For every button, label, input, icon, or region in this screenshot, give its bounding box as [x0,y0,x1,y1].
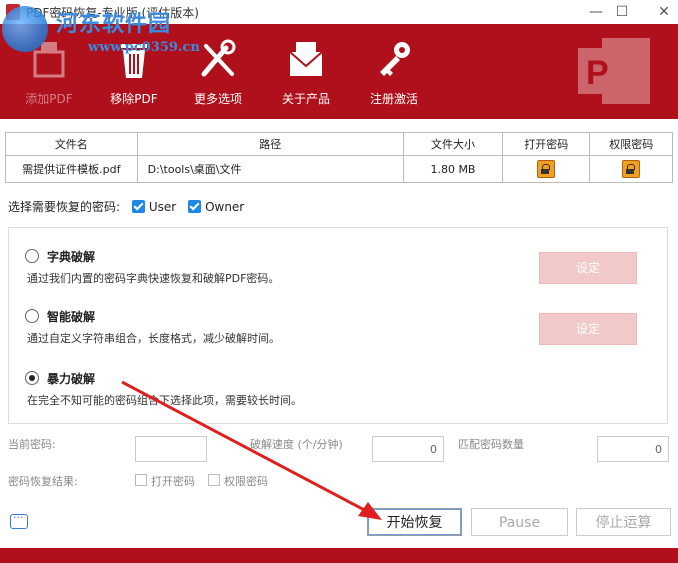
watermark-site-name: 河东软件园 [56,11,172,37]
user-checkbox[interactable] [131,200,145,213]
cell-path: D:\tools\桌面\文件 [136,155,404,183]
key-icon [380,42,410,76]
cell-open-lock[interactable] [502,155,591,183]
cell-filename: 需提供证件模板.pdf [5,155,138,183]
watermark-logo-icon [2,6,48,52]
about-product-button[interactable]: 关于产品 [270,24,342,119]
register-label: 注册激活 [369,92,418,106]
smart-settings-button[interactable]: 设定 [539,313,637,345]
smart-desc: 通过自定义字符串组合，长度格式，减少破解时间。 [27,332,280,345]
table-header-row: 文件名 路径 文件大小 打开密码 权限密码 [5,132,673,156]
match-count-field: 0 [597,436,669,462]
pause-button[interactable]: Pause [471,508,568,536]
user-checkbox-label[interactable]: User [149,200,176,214]
about-product-label: 关于产品 [281,92,330,106]
mode-dictionary[interactable]: 字典破解 通过我们内置的密码字典快速恢复和破解PDF密码。 [25,248,279,285]
start-recovery-button[interactable]: 开始恢复 [367,508,462,536]
watermark-url: www.pc0359.cn [88,40,200,55]
brute-force-radio[interactable] [25,371,39,385]
add-pdf-label: 添加PDF [25,92,73,106]
more-options-label: 更多选项 [193,92,242,106]
dictionary-name: 字典破解 [47,250,96,264]
perm-password-result-label: 权限密码 [224,475,268,488]
maximize-button[interactable]: ☐ [606,2,638,22]
current-password-field [135,436,207,462]
svg-text:P: P [586,54,609,92]
password-select-label: 选择需要恢复的密码: [8,200,121,214]
col-permission-password[interactable]: 权限密码 [589,132,673,156]
mode-brute-force[interactable]: 暴力破解 在完全不知可能的密码组合下选择此项，需要较长时间。 [25,370,302,407]
chat-icon[interactable] [10,511,28,529]
lock-icon[interactable] [622,160,641,178]
result-permission-password: 权限密码 [208,473,268,489]
watermark: 河东软件园 www.pc0359.cn [0,0,230,64]
lock-icon[interactable] [537,160,556,178]
attack-mode-panel: 字典破解 通过我们内置的密码字典快速恢复和破解PDF密码。 设定 智能破解 通过… [8,227,668,424]
col-open-password[interactable]: 打开密码 [502,132,591,156]
dictionary-radio[interactable] [25,249,39,263]
smart-name: 智能破解 [47,310,96,324]
result-open-password: 打开密码 [135,473,195,489]
result-label: 密码恢复结果: [8,475,78,488]
pdf-logo-icon: P [578,38,650,104]
file-table: 文件名 路径 文件大小 打开密码 权限密码 需提供证件模板.pdf D:\too… [5,132,673,183]
mode-smart[interactable]: 智能破解 通过自定义字符串组合，长度格式，减少破解时间。 [25,308,280,345]
envelope-icon [289,42,323,76]
owner-checkbox[interactable] [188,200,202,213]
speed-field: 0 [372,436,444,462]
open-password-result-checkbox [135,474,147,486]
col-size[interactable]: 文件大小 [402,132,504,156]
perm-password-result-checkbox [208,474,220,486]
dictionary-settings-button[interactable]: 设定 [539,252,637,284]
cell-size: 1.80 MB [402,155,504,183]
current-password-label: 当前密码: [8,438,56,451]
smart-radio[interactable] [25,309,39,323]
table-row[interactable]: 需提供证件模板.pdf D:\tools\桌面\文件 1.80 MB [5,155,673,183]
speed-label: 破解速度 (个/分钟) [250,438,343,451]
col-path[interactable]: 路径 [136,132,404,156]
brute-force-desc: 在完全不知可能的密码组合下选择此项，需要较长时间。 [27,394,302,407]
close-button[interactable]: ✕ [648,2,678,22]
owner-checkbox-label[interactable]: Owner [205,200,244,214]
bottom-strip [0,548,678,563]
open-password-result-label: 打开密码 [151,475,195,488]
remove-pdf-label: 移除PDF [110,92,158,106]
dictionary-desc: 通过我们内置的密码字典快速恢复和破解PDF密码。 [27,272,280,285]
stop-button[interactable]: 停止运算 [576,508,671,536]
match-count-label: 匹配密码数量 [458,438,524,451]
cell-perm-lock[interactable] [589,155,673,183]
col-filename[interactable]: 文件名 [5,132,138,156]
password-select-row: 选择需要恢复的密码: User Owner [8,198,244,215]
brute-force-name: 暴力破解 [47,372,96,386]
register-button[interactable]: 注册激活 [358,24,430,119]
